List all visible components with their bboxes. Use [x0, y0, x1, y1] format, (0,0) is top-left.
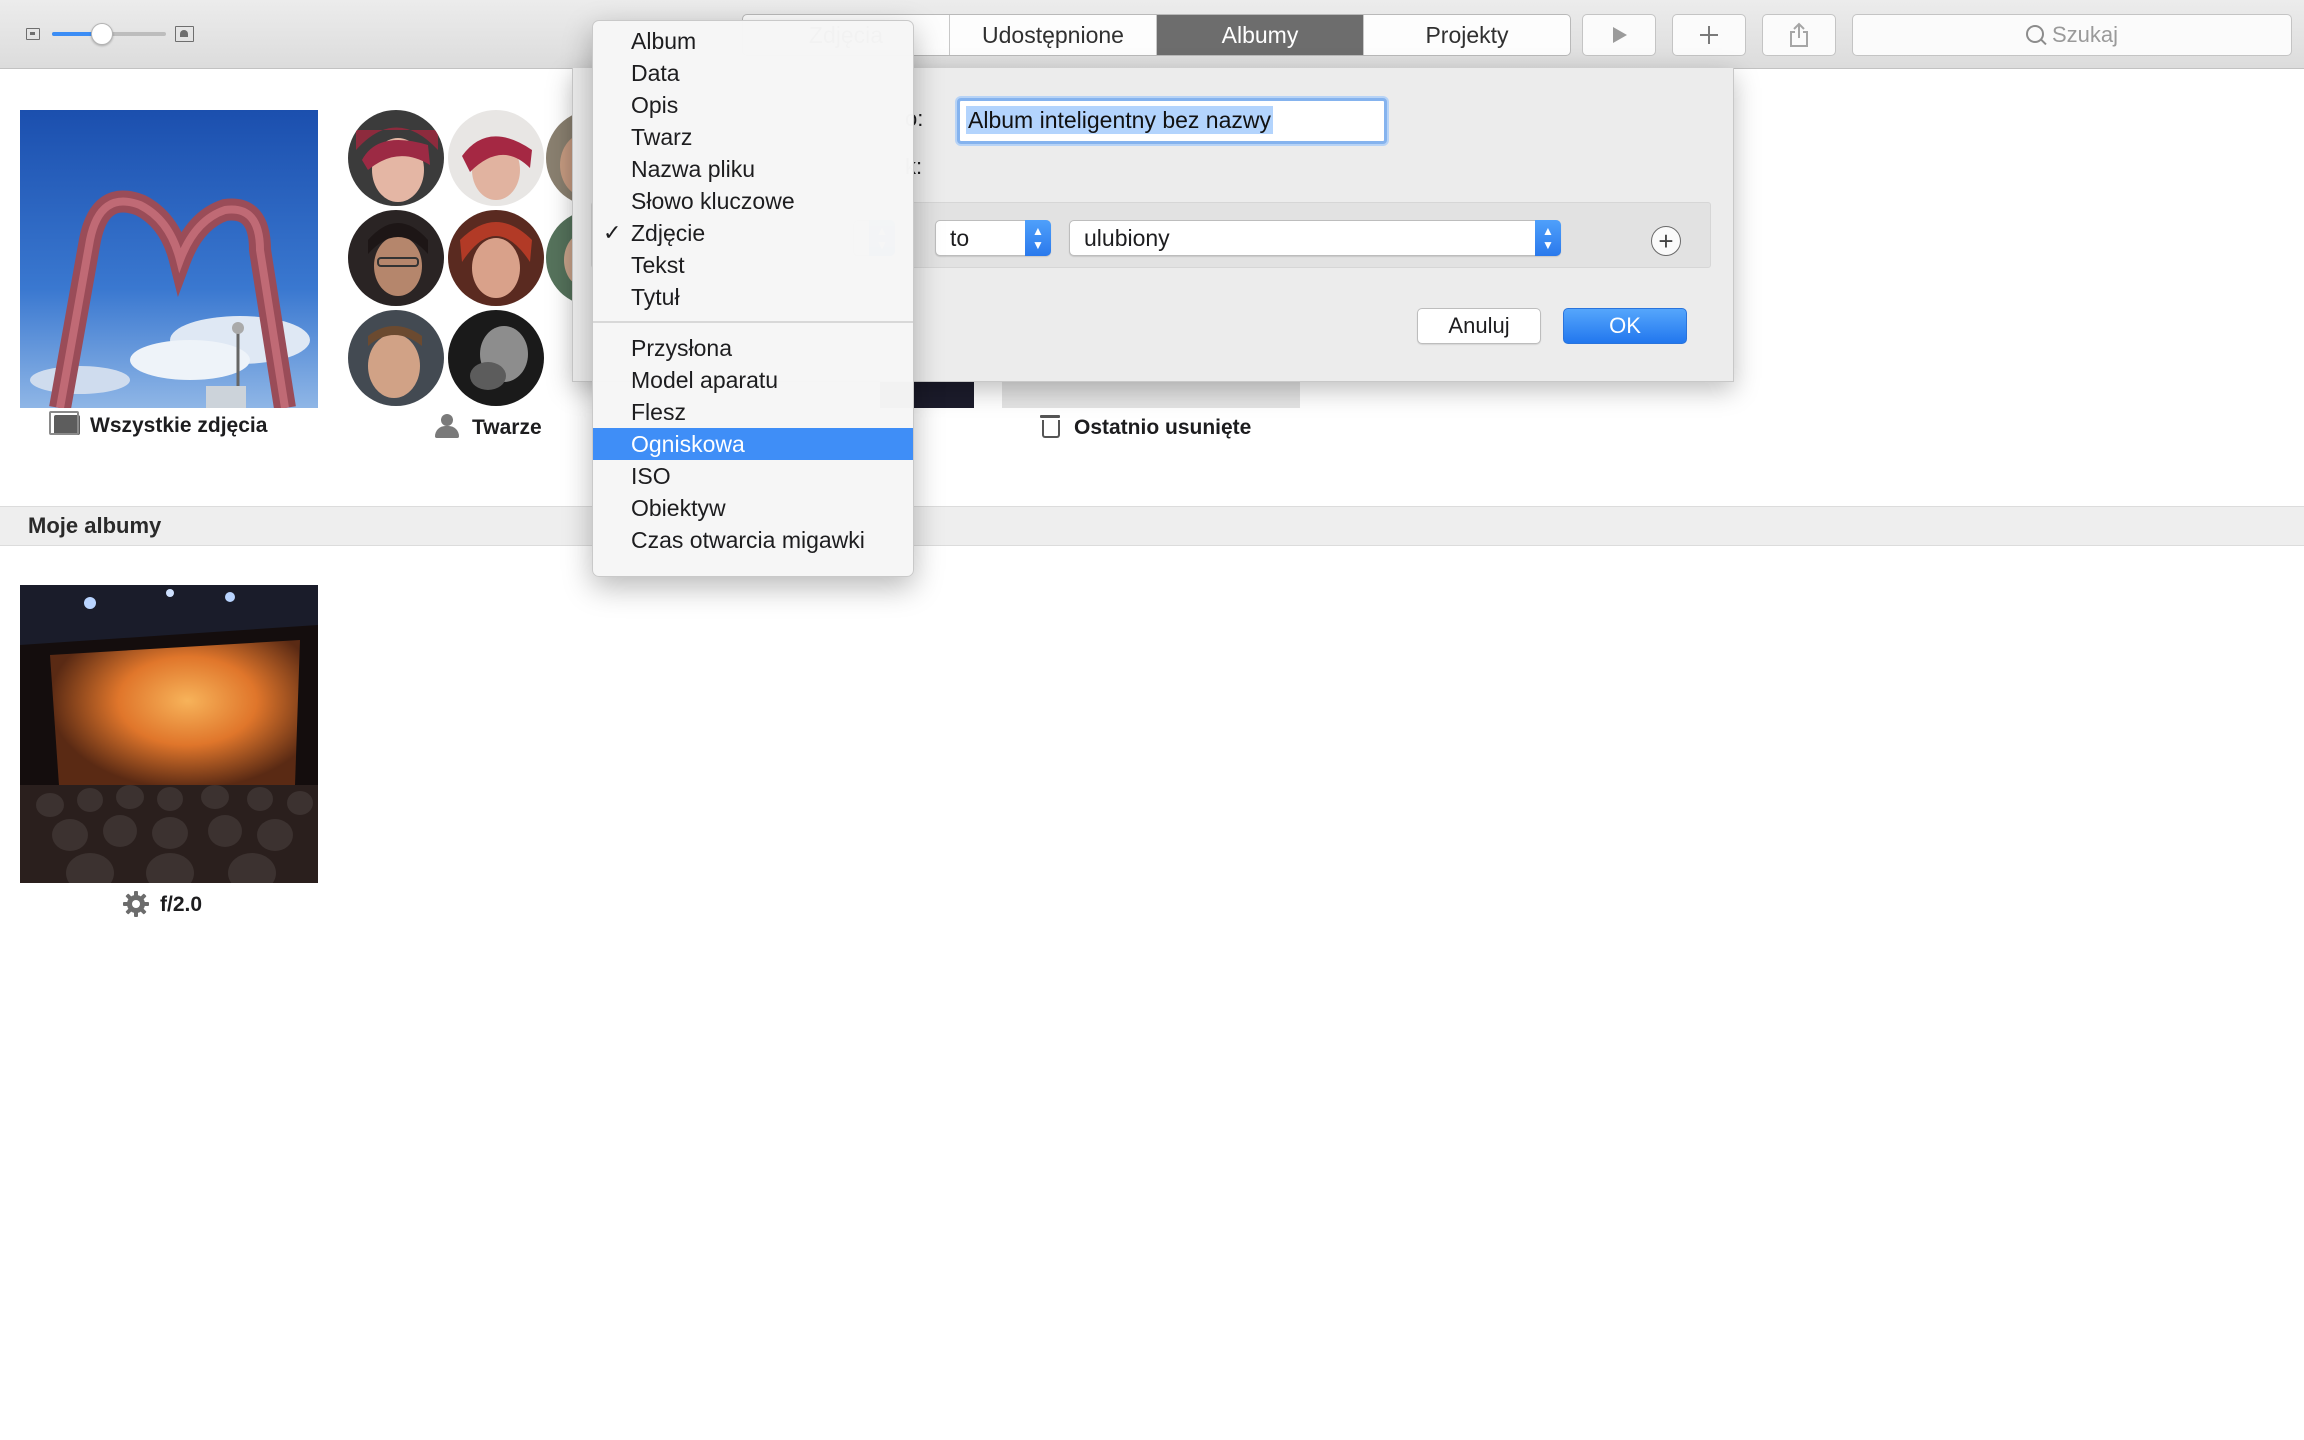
operator-popup[interactable]: to ▲ ▼	[935, 220, 1051, 256]
menu-item-label: ISO	[631, 463, 671, 489]
menu-item[interactable]: Obiektyw	[593, 492, 913, 524]
ok-button[interactable]: OK	[1563, 308, 1687, 344]
recently-deleted-text: Ostatnio usunięte	[1074, 416, 1252, 439]
all-photos-label: Wszystkie zdjęcia	[49, 411, 268, 438]
menu-item[interactable]: Tytuł	[593, 281, 913, 313]
play-icon	[1613, 27, 1627, 44]
menu-item[interactable]: ISO	[593, 460, 913, 492]
face-thumbnail	[348, 110, 444, 206]
plus-circle-icon: +	[1658, 226, 1674, 256]
face-thumbnail	[348, 310, 444, 406]
all-photos-text: Wszystkie zdjęcia	[90, 414, 268, 437]
menu-item[interactable]: Album	[593, 25, 913, 57]
search-placeholder: Szukaj	[2051, 22, 2119, 47]
faces-album-thumbnail[interactable]	[346, 110, 576, 408]
checkmark-icon: ✓	[603, 220, 622, 245]
section-header: Moje albumy	[0, 506, 2304, 546]
menu-item-label: Tekst	[631, 252, 685, 278]
menu-item-label: Czas otwarcia migawki	[631, 527, 865, 553]
menu-item-label: Ogniskowa	[631, 431, 745, 457]
faces-text: Twarze	[472, 416, 542, 439]
menu-item[interactable]: Twarz	[593, 121, 913, 153]
popup-arrows-icon: ▲▼	[1025, 220, 1051, 256]
popup-arrows-icon: ▲▼	[1535, 220, 1561, 256]
recently-deleted-label: Ostatnio usunięte	[1040, 414, 1251, 440]
album-name-value: Album inteligentny bez nazwy	[966, 106, 1273, 134]
menu-item-label: Flesz	[631, 399, 686, 425]
zoom-slider-thumb[interactable]	[91, 23, 114, 45]
share-button[interactable]	[1762, 14, 1836, 56]
all-photos-image	[20, 110, 318, 408]
section-title: Moje albumy	[28, 513, 162, 538]
tab-projects[interactable]: Projekty	[1363, 15, 1570, 55]
condition-value: ulubiony	[1084, 225, 1170, 251]
smart-album-text: f/2.0	[160, 893, 203, 916]
tab-shared[interactable]: Udostępnione	[949, 15, 1156, 55]
all-photos-album-thumbnail[interactable]	[20, 110, 318, 408]
tab-albums[interactable]: Albumy	[1156, 15, 1363, 55]
menu-item[interactable]: Data	[593, 57, 913, 89]
cancel-button[interactable]: Anuluj	[1417, 308, 1541, 344]
smart-album-thumbnail[interactable]	[20, 585, 318, 883]
person-icon	[434, 414, 460, 438]
menu-item[interactable]: Czas otwarcia migawki	[593, 524, 913, 556]
menu-item[interactable]: ✓ Zdjęcie	[593, 217, 913, 249]
menu-item-label: Album	[631, 28, 697, 54]
menu-item[interactable]: Flesz	[593, 396, 913, 428]
slideshow-button[interactable]	[1582, 14, 1656, 56]
field-menu: Album Data Opis Twarz Nazwa pliku Słowo klucz…	[592, 20, 914, 577]
folder-icon	[49, 411, 80, 435]
zoom-slider[interactable]	[52, 23, 166, 45]
share-icon	[1790, 22, 1808, 48]
plus-icon	[1700, 26, 1718, 45]
menu-item-label: Model aparatu	[631, 367, 779, 393]
menu-item[interactable]: Słowo kluczowe	[593, 185, 913, 217]
face-thumbnail	[348, 210, 444, 306]
value-popup[interactable]: ulubiony ▲ ▼	[1069, 220, 1561, 256]
face-thumbnail	[448, 210, 544, 306]
menu-item-label: Obiektyw	[631, 495, 726, 521]
operator-value: to	[950, 225, 970, 251]
menu-item[interactable]: Nazwa pliku	[593, 153, 913, 185]
smart-album-label: f/2.0	[122, 890, 202, 918]
menu-item-label: Tytuł	[631, 284, 680, 310]
album-name-input[interactable]: Album inteligentny bez nazwy	[957, 98, 1387, 144]
menu-item-label: Twarz	[631, 124, 693, 150]
zoom-out-icon[interactable]	[26, 28, 40, 40]
add-condition-button[interactable]: +	[1651, 226, 1681, 256]
menu-item-label: Data	[631, 60, 680, 86]
menu-item[interactable]: Przysłona	[593, 332, 913, 364]
menu-item-label: Opis	[631, 92, 679, 118]
menu-item-label: Słowo kluczowe	[631, 188, 795, 214]
face-thumbnail	[448, 310, 544, 406]
toolbar: Zdjęcia Udostępnione Albumy Projekty Szu…	[0, 0, 2304, 69]
add-button[interactable]	[1672, 14, 1746, 56]
smart-album-image	[20, 585, 318, 883]
menu-item[interactable]: Tekst	[593, 249, 913, 281]
faces-label: Twarze	[434, 414, 542, 440]
menu-separator	[593, 321, 913, 323]
menu-item-label: Przysłona	[631, 335, 732, 361]
menu-item[interactable]: Model aparatu	[593, 364, 913, 396]
gear-icon	[122, 890, 150, 918]
menu-item[interactable]: Ogniskowa	[593, 428, 913, 460]
face-thumbnail	[448, 110, 544, 206]
zoom-in-icon[interactable]	[175, 26, 194, 42]
trash-icon	[1040, 414, 1060, 438]
search-icon	[2025, 25, 2044, 44]
menu-item-label: Nazwa pliku	[631, 156, 755, 182]
menu-item-label: Zdjęcie	[631, 220, 706, 246]
search-field[interactable]: Szukaj	[1852, 14, 2292, 56]
menu-item[interactable]: Opis	[593, 89, 913, 121]
